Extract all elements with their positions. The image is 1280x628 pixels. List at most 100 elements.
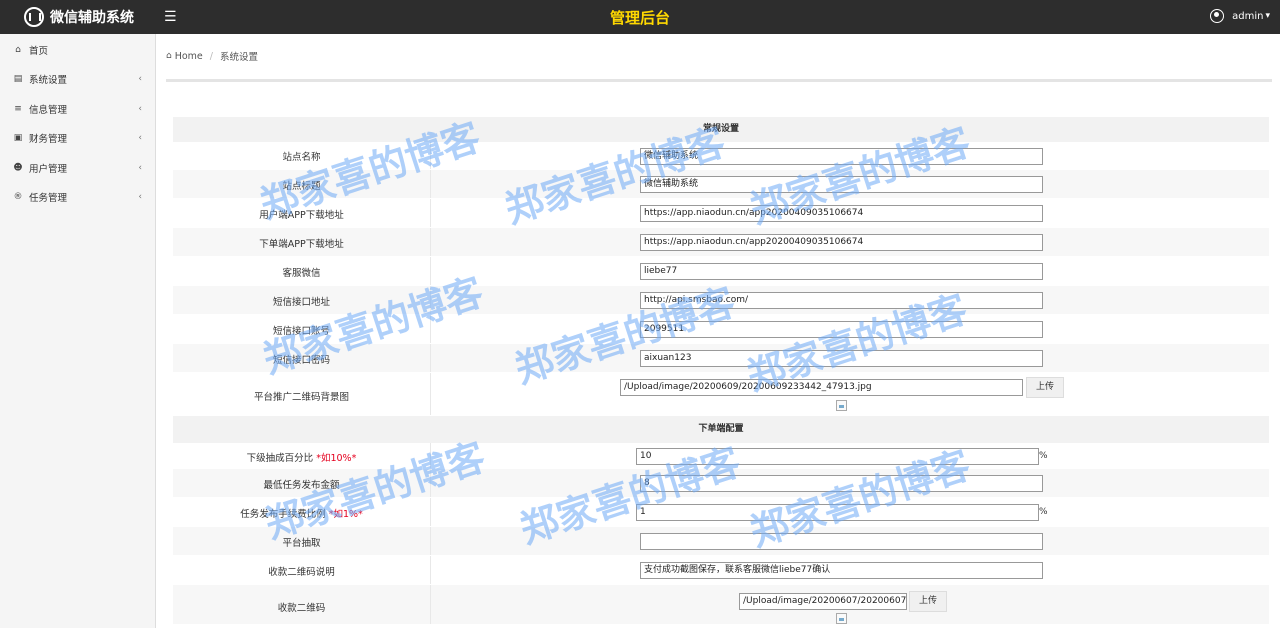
form-row-sms-api-url: 短信接口地址 http://api.smsbao.com/ — [173, 286, 1269, 315]
percent-unit: % — [1039, 451, 1048, 461]
field-label-text: 任务发布手续费比例 — [240, 509, 326, 520]
row-divider — [430, 585, 431, 624]
row-divider — [430, 373, 431, 415]
list-icon: ▤ — [13, 74, 23, 85]
sidebar-item-home[interactable]: ⌂ 首页 — [0, 35, 155, 65]
field-hint: *如1%* — [328, 509, 363, 520]
row-divider — [430, 443, 431, 468]
form-row-sms-password: 短信接口密码 aixuan123 — [173, 344, 1269, 373]
page-title: 管理后台 — [609, 9, 670, 27]
row-divider — [430, 170, 431, 198]
sidebar-item-label: 财务管理 — [29, 134, 68, 146]
platform-cut-input[interactable] — [640, 533, 1043, 550]
sidebar-item-finance[interactable]: ▣ 财务管理 ‹ — [0, 124, 155, 154]
row-divider — [430, 315, 431, 343]
sidebar-item-label: 首页 — [29, 45, 49, 57]
breadcrumb-current: 系统设置 — [219, 52, 258, 63]
qr-background-path-input[interactable]: /Upload/image/20200609/20200609233442_47… — [620, 379, 1023, 396]
content-divider — [166, 79, 1272, 82]
row-divider — [430, 344, 431, 372]
field-label: 用户端APP下载地址 — [259, 210, 344, 221]
registered-icon: ® — [13, 192, 23, 203]
sidebar-item-label: 系统设置 — [29, 75, 68, 87]
sms-account-input[interactable]: 2099511 — [640, 321, 1043, 338]
sidebar-item-label: 用户管理 — [29, 163, 68, 175]
form-row-min-task-amount: 最低任务发布金额 8 — [173, 469, 1269, 498]
sidebar-item-label: 任务管理 — [29, 193, 68, 205]
row-divider — [430, 556, 431, 584]
chevron-left-icon: ‹ — [138, 162, 142, 173]
user-avatar-icon — [1210, 9, 1225, 23]
row-divider — [430, 228, 431, 256]
field-label: 站点标题 — [282, 181, 321, 192]
site-title-input[interactable]: 微信辅助系统 — [640, 176, 1043, 193]
user-app-url-input[interactable]: https://app.niaodun.cn/app20200409035106… — [640, 205, 1043, 222]
sidebar-item-tasks[interactable]: ® 任务管理 ‹ — [0, 183, 155, 213]
form-row-user-app-url: 用户端APP下载地址 https://app.niaodun.cn/app202… — [173, 199, 1269, 228]
qr-background-upload-button[interactable]: 上传 — [1026, 377, 1065, 398]
field-label: 短信接口账号 — [272, 326, 330, 337]
broken-image-icon — [836, 613, 847, 624]
field-label-text: 下级抽成百分比 — [246, 453, 314, 464]
home-icon: ⌂ — [166, 51, 172, 61]
chevron-left-icon: ‹ — [138, 103, 142, 114]
sidebar-item-label: 信息管理 — [29, 104, 68, 116]
sms-api-url-input[interactable]: http://api.smsbao.com/ — [640, 292, 1043, 309]
field-label: 下级抽成百分比 *如10%* — [173, 450, 430, 464]
breadcrumb: ⌂ Home / 系统设置 — [166, 46, 258, 66]
order-app-url-input[interactable]: https://app.niaodun.cn/app20200409035106… — [640, 234, 1043, 251]
sidebar-item-system-settings[interactable]: ▤ 系统设置 ‹ — [0, 65, 155, 95]
top-navbar: 微信辅助系统 ☰ 管理后台 admin ▾ — [0, 0, 1280, 34]
chevron-down-icon: ▾ — [1265, 11, 1270, 21]
sub-rate-input[interactable]: 10 — [636, 448, 1039, 465]
chevron-left-icon: ‹ — [138, 133, 142, 144]
chevron-left-icon: ‹ — [138, 192, 142, 203]
sidebar-item-users[interactable]: ☻ 用户管理 ‹ — [0, 153, 155, 183]
field-label: 收款二维码说明 — [268, 567, 335, 578]
sidebar-item-info[interactable]: ≡ 信息管理 ‹ — [0, 94, 155, 124]
field-label: 站点名称 — [282, 152, 321, 163]
field-label: 短信接口密码 — [272, 355, 330, 366]
row-divider — [430, 498, 431, 526]
sms-password-input[interactable]: aixuan123 — [640, 350, 1043, 367]
field-label: 短信接口地址 — [272, 297, 330, 308]
money-icon: ▣ — [13, 133, 23, 144]
row-divider — [430, 199, 431, 227]
form-row-task-fee-rate: 任务发布手续费比例 *如1%* 1 % — [173, 498, 1269, 527]
user-menu[interactable]: admin ▾ — [1210, 9, 1270, 23]
field-label: 客服微信 — [282, 268, 321, 279]
row-divider — [430, 142, 431, 169]
home-icon: ⌂ — [15, 44, 21, 55]
breadcrumb-separator: / — [209, 50, 213, 62]
payment-qr-note-input[interactable]: 支付成功截图保存，联系客服微信liebe77确认 — [640, 562, 1043, 579]
service-wechat-input[interactable]: liebe77 — [640, 263, 1043, 280]
task-fee-rate-input[interactable]: 1 — [636, 504, 1039, 521]
form-row-payment-qr: 收款二维码 /Upload/image/20200607/20200607014… — [173, 585, 1269, 625]
field-label: 下单端APP下载地址 — [259, 239, 344, 250]
field-hint: *如10%* — [316, 453, 357, 464]
row-divider — [430, 257, 431, 285]
min-task-amount-input[interactable]: 8 — [640, 475, 1043, 492]
breadcrumb-home-link[interactable]: Home — [175, 51, 203, 62]
site-name-input[interactable]: 微信辅助系统 — [640, 148, 1043, 165]
form-row-service-wechat: 客服微信 liebe77 — [173, 257, 1269, 286]
field-label: 平台推广二维码背景图 — [253, 392, 349, 403]
field-label: 平台抽取 — [282, 538, 321, 549]
users-icon: ☻ — [13, 162, 23, 173]
form-row-sub-rate: 下级抽成百分比 *如10%* 10 % — [173, 443, 1269, 469]
sidebar: ⌂ 首页 ▤ 系统设置 ‹ ≡ 信息管理 ‹ ▣ 财务管理 ‹ ☻ 用户管理 ‹… — [0, 34, 156, 628]
form-row-order-app-url: 下单端APP下载地址 https://app.niaodun.cn/app202… — [173, 228, 1269, 257]
form-row-sms-account: 短信接口账号 2099511 — [173, 315, 1269, 344]
section-header-general: 常规设置 — [173, 117, 1269, 142]
form-row-payment-qr-note: 收款二维码说明 支付成功截图保存，联系客服微信liebe77确认 — [173, 556, 1269, 585]
payment-qr-upload-button[interactable]: 上传 — [909, 591, 948, 612]
field-label: 最低任务发布金额 — [263, 480, 340, 491]
form-row-site-title: 站点标题 微信辅助系统 — [173, 170, 1269, 199]
form-row-qr-background: 平台推广二维码背景图 /Upload/image/20200609/202006… — [173, 373, 1269, 416]
row-divider — [430, 469, 431, 497]
form-row-site-name: 站点名称 微信辅助系统 — [173, 142, 1269, 170]
section-header-order: 下单端配置 — [173, 416, 1269, 443]
percent-unit: % — [1039, 507, 1048, 517]
payment-qr-path-input[interactable]: /Upload/image/20200607/20200607014 — [739, 593, 907, 610]
broken-image-icon — [836, 400, 847, 411]
